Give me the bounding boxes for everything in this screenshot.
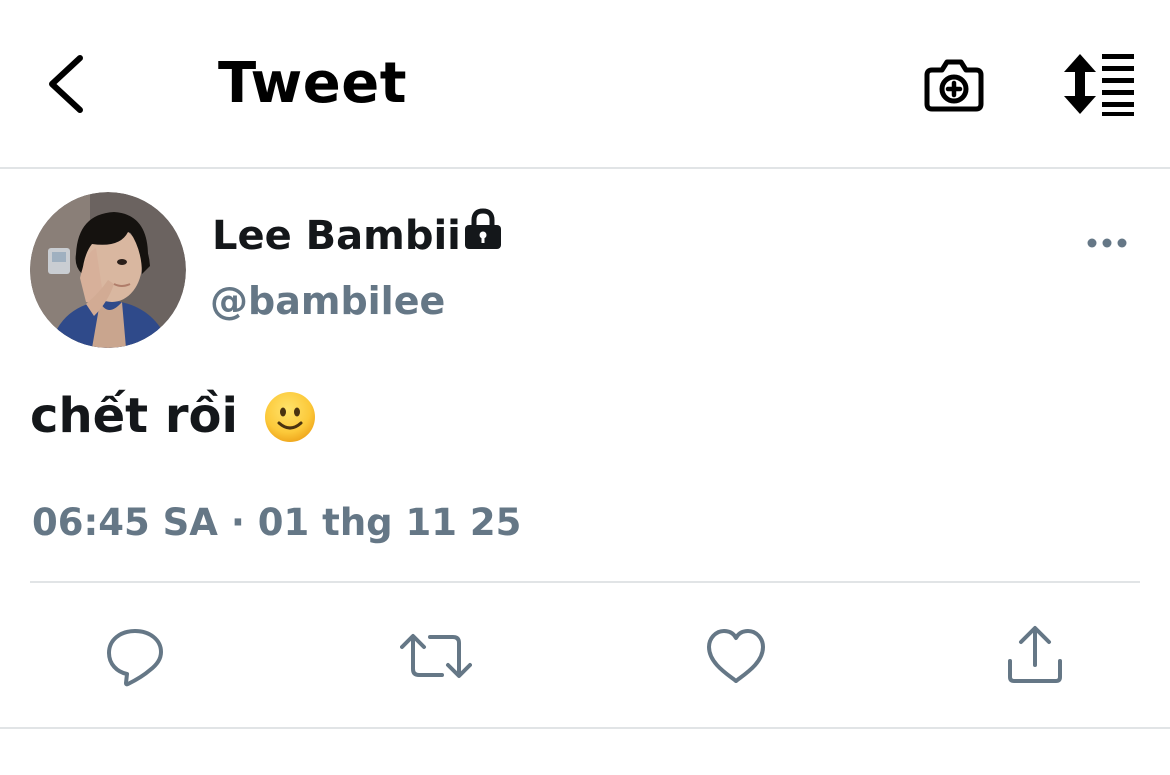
author-display-name[interactable]: Lee Bambii bbox=[212, 208, 461, 264]
like-button[interactable] bbox=[703, 623, 769, 689]
slightly-smiling-face-icon bbox=[264, 391, 316, 443]
reply-bubble-icon bbox=[107, 629, 163, 687]
camera-plus-icon bbox=[924, 59, 984, 112]
camera-button[interactable] bbox=[918, 48, 990, 120]
sort-arrows-lines-icon bbox=[1064, 54, 1134, 116]
more-options-button[interactable] bbox=[1082, 228, 1132, 258]
avatar[interactable] bbox=[30, 192, 186, 348]
author-handle[interactable]: @bambilee bbox=[210, 274, 445, 328]
more-dots-icon bbox=[1087, 238, 1127, 248]
tweet-timestamp: 06:45 SA · 01 thg 11 25 bbox=[32, 501, 522, 544]
tweet-text: chết rồi bbox=[30, 388, 238, 444]
back-button[interactable] bbox=[36, 44, 106, 124]
retweet-button[interactable] bbox=[400, 623, 472, 689]
tweet-action-bar bbox=[0, 583, 1170, 727]
share-button[interactable] bbox=[1002, 623, 1068, 689]
divider bbox=[0, 727, 1170, 729]
sort-button[interactable] bbox=[1056, 52, 1140, 116]
share-upload-icon bbox=[1008, 626, 1062, 683]
avatar-photo bbox=[30, 192, 186, 348]
chevron-left-icon bbox=[49, 55, 83, 113]
lock-icon bbox=[462, 208, 504, 250]
top-nav-bar: Tweet bbox=[0, 0, 1170, 169]
heart-icon bbox=[707, 629, 765, 683]
reply-button[interactable] bbox=[102, 623, 168, 689]
page-title: Tweet bbox=[218, 51, 408, 116]
retweet-icon bbox=[400, 634, 472, 678]
